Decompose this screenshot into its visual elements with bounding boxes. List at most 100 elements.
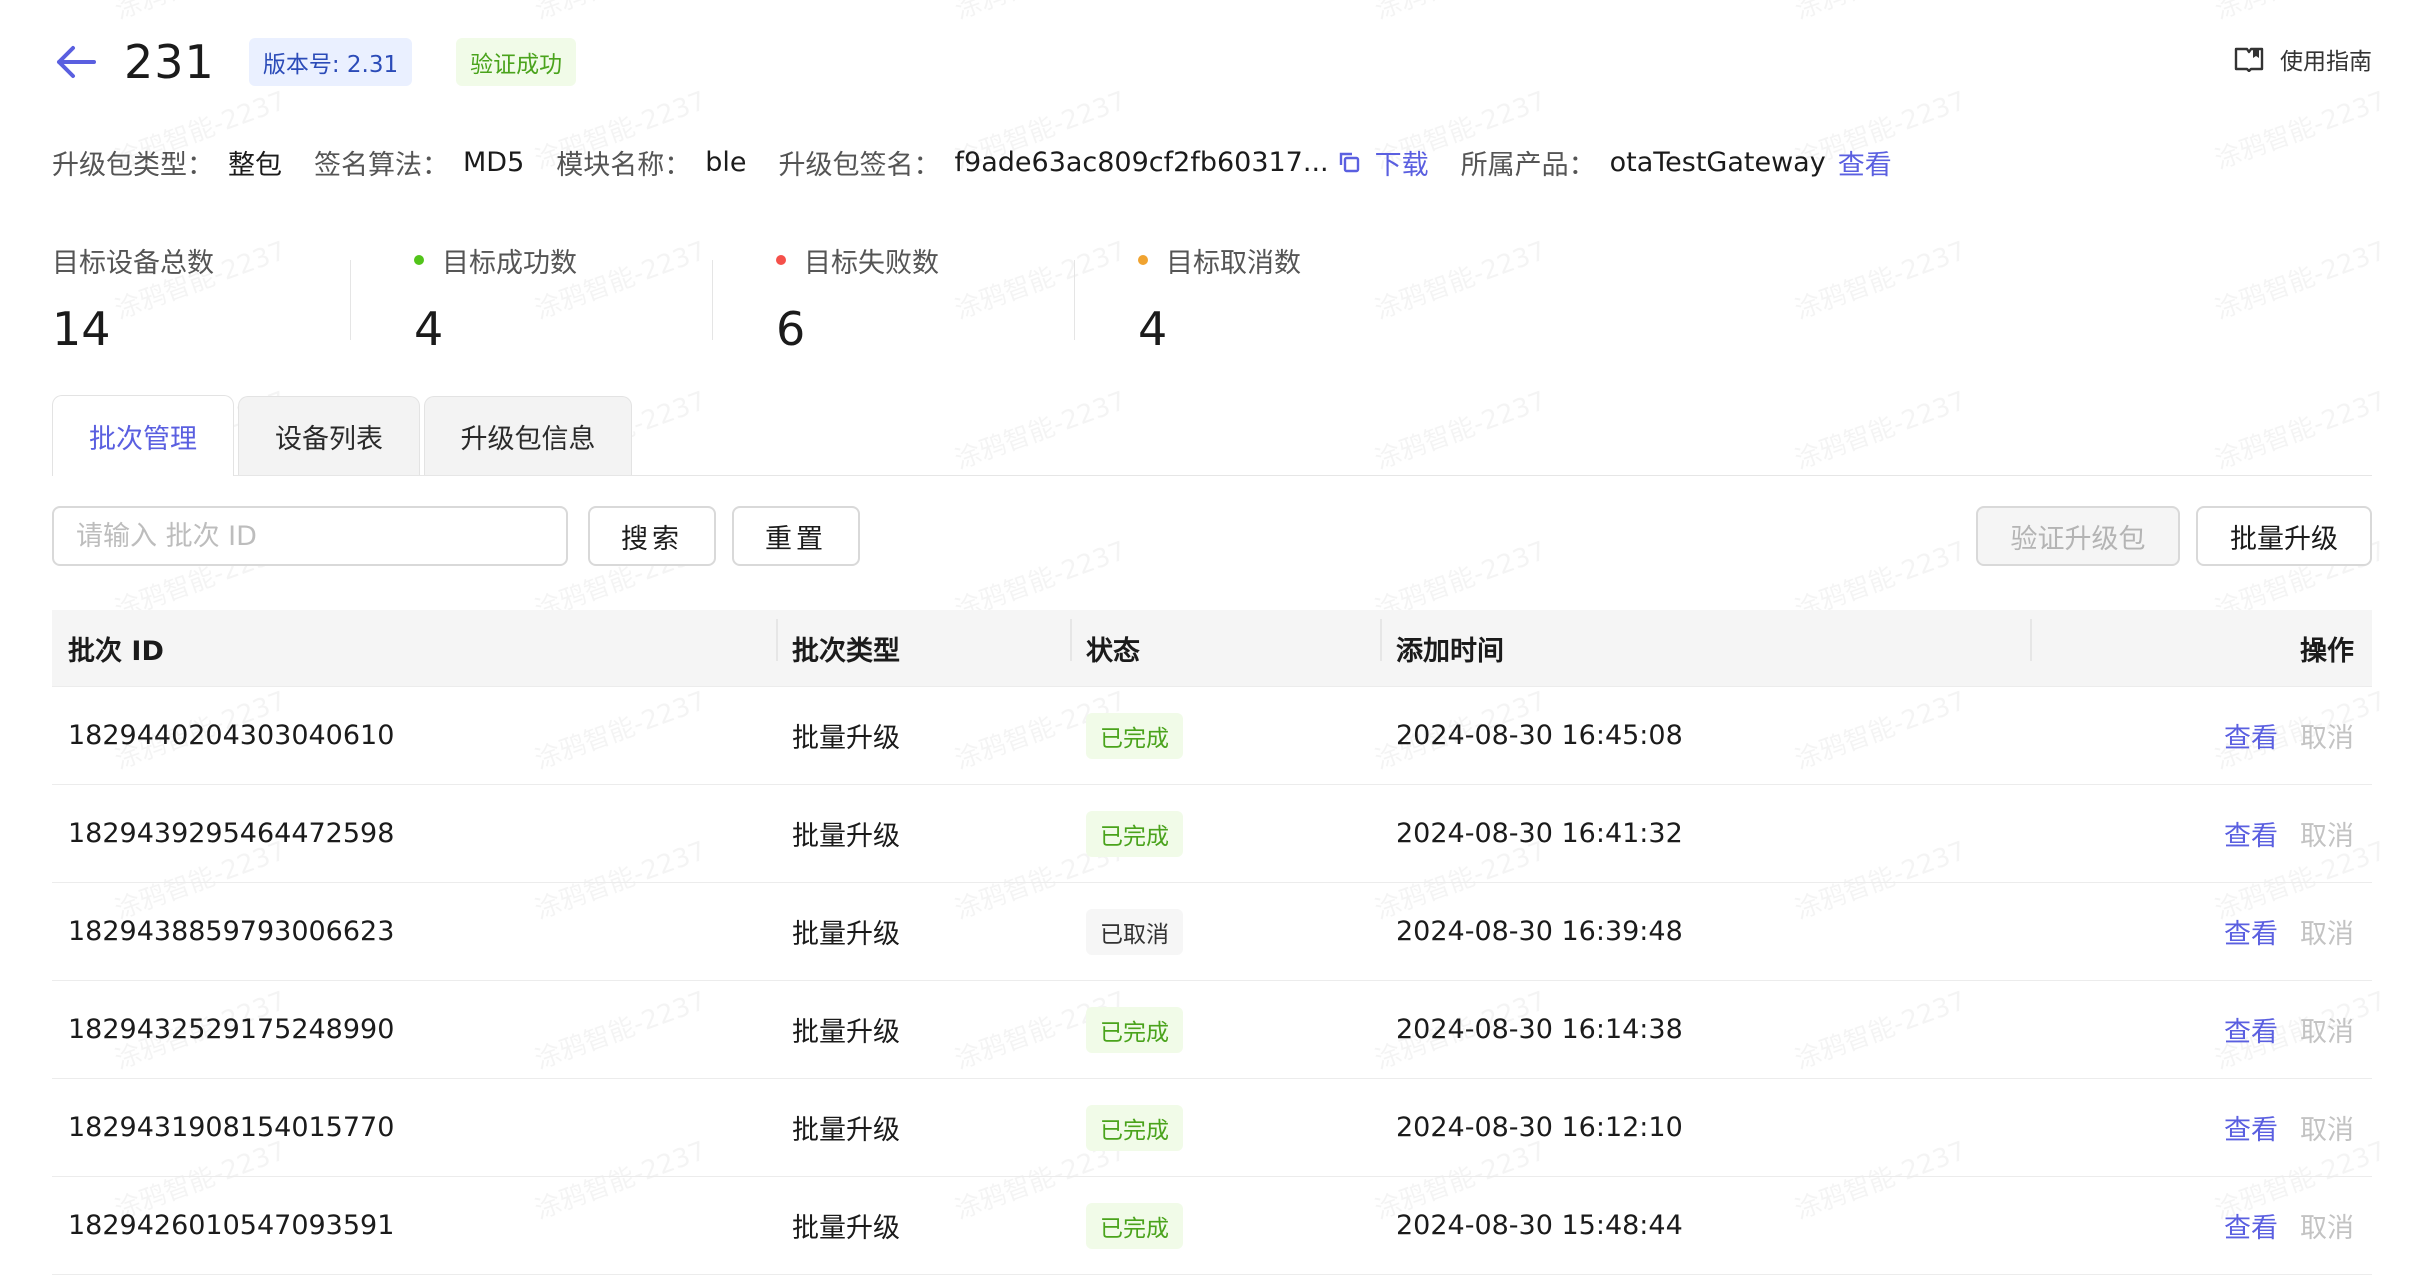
batch-id-cell: 1829431908154015770 [68,1112,395,1143]
actions-cell: 查看 取消 [2030,716,2372,755]
actions-cell: 查看 取消 [2030,912,2372,951]
added-time-cell: 2024-08-30 15:48:44 [1396,1210,1683,1241]
product-value: otaTestGateway [1609,146,1826,178]
batch-upgrade-button[interactable]: 批量升级 [2196,506,2372,566]
module-name-label: 模块名称： [556,149,692,181]
stat-divider [350,260,351,340]
watermark-text: 涂鸦智能-2237 [1789,0,1970,27]
reset-button[interactable]: 重置 [732,506,860,566]
batch-id-cell: 1829439295464472598 [68,818,395,849]
package-meta-info: 升级包类型： 整包 签名算法： MD5 模块名称： ble 升级包签名： f9a… [52,142,1892,182]
batch-id-cell: 1829426010547093591 [68,1210,395,1241]
view-batch-link[interactable]: 查看 [2224,1115,2278,1146]
cancel-batch-link[interactable]: 取消 [2300,1017,2354,1048]
status-cell: 已完成 [1070,810,1380,857]
view-batch-link[interactable]: 查看 [2224,723,2278,754]
page-header: 231 版本号: 2.31 验证成功 使用指南 [52,26,2372,98]
status-cell: 已完成 [1070,712,1380,759]
download-link[interactable]: 下载 [1375,143,1429,182]
status-badge: 已完成 [1086,1104,1183,1151]
view-product-link[interactable]: 查看 [1838,143,1892,182]
col-header-actions: 操作 [2030,618,2372,668]
stat-label-text: 目标取消数 [1166,247,1301,279]
status-cell: 已取消 [1070,908,1380,955]
batch-type-cell: 批量升级 [792,1017,900,1048]
batch-type-cell: 批量升级 [792,1115,900,1146]
sign-algo-label: 签名算法： [314,149,449,181]
cancel-batch-link[interactable]: 取消 [2300,1213,2354,1244]
status-badge: 已完成 [1086,712,1183,759]
col-header-batch-type: 批次类型 [776,618,1070,668]
status-dot-icon [414,255,424,265]
watermark-text: 涂鸦智能-2237 [109,0,290,27]
module-name-value: ble [705,146,747,178]
status-dot-icon [776,255,786,265]
stat-label-text: 目标成功数 [442,247,577,279]
view-batch-link[interactable]: 查看 [2224,919,2278,950]
cancel-batch-link[interactable]: 取消 [2300,1115,2354,1146]
actions-cell: 查看 取消 [2030,814,2372,853]
search-button[interactable]: 搜索 [588,506,716,566]
status-badge: 已取消 [1086,908,1183,955]
status-dot-icon [1138,255,1148,265]
batch-type-cell: 批量升级 [792,723,900,754]
stat-divider [1074,260,1075,340]
table-header: 批次 ID 批次类型 状态 添加时间 操作 [52,610,2372,687]
added-time-cell: 2024-08-30 16:14:38 [1396,1014,1683,1045]
view-batch-link[interactable]: 查看 [2224,1213,2278,1244]
sign-algo-value: MD5 [463,146,525,178]
batch-type-cell: 批量升级 [792,821,900,852]
status-badge: 已完成 [1086,810,1183,857]
added-time-cell: 2024-08-30 16:12:10 [1396,1112,1683,1143]
cancel-batch-link[interactable]: 取消 [2300,723,2354,754]
version-badge: 版本号: 2.31 [248,38,413,86]
product-label: 所属产品： [1460,149,1596,181]
stat-value: 4 [414,302,444,356]
cancel-batch-link[interactable]: 取消 [2300,919,2354,950]
stat-card: 目标设备总数 14 [52,240,414,357]
view-batch-link[interactable]: 查看 [2224,821,2278,852]
col-header-batch-id: 批次 ID [68,635,164,667]
table-row: 1829426010547093591 批量升级 已完成 2024-08-30 15:… [52,1177,2372,1275]
target-stats: 目标设备总数 14 目标成功数 4 目标失败数 6 目标取消数 4 [52,240,1500,357]
tab-device-list[interactable]: 设备列表 [238,396,420,475]
watermark-text: 涂鸦智能-2237 [949,0,1130,27]
batch-id-cell: 1829440204303040610 [68,720,395,751]
toolbar: 搜索 重置 验证升级包 批量升级 [52,506,2372,570]
status-badge: 已完成 [1086,1006,1183,1053]
stat-label: 目标设备总数 [52,240,414,280]
actions-cell: 查看 取消 [2030,1010,2372,1049]
actions-cell: 查看 取消 [2030,1206,2372,1245]
copy-icon[interactable] [1337,150,1361,174]
tab-batch-management[interactable]: 批次管理 [52,395,234,476]
stat-card: 目标取消数 4 [1074,240,1500,356]
stat-label: 目标失败数 [776,240,1138,280]
stat-divider [712,260,713,340]
table-row: 1829440204303040610 批量升级 已完成 2024-08-30 16:… [52,687,2372,785]
stat-label: 目标成功数 [414,240,776,280]
watermark-text: 涂鸦智能-2237 [1369,0,1550,27]
back-arrow-icon[interactable] [52,38,100,86]
status-cell: 已完成 [1070,1006,1380,1053]
verify-package-button[interactable]: 验证升级包 [1976,506,2180,566]
watermark-text: 涂鸦智能-2237 [2209,230,2390,326]
book-icon [2234,47,2264,72]
view-batch-link[interactable]: 查看 [2224,1017,2278,1048]
batch-id-search-input[interactable] [52,506,568,566]
added-time-cell: 2024-08-30 16:39:48 [1396,916,1683,947]
actions-cell: 查看 取消 [2030,1108,2372,1147]
tab-package-info[interactable]: 升级包信息 [424,396,632,475]
table-row: 1829439295464472598 批量升级 已完成 2024-08-30 16:… [52,785,2372,883]
cancel-batch-link[interactable]: 取消 [2300,821,2354,852]
stat-value: 6 [776,302,806,356]
batch-table: 批次 ID 批次类型 状态 添加时间 操作 182944020430304061… [52,610,2372,1275]
stat-value: 14 [52,302,111,356]
pkg-type-label: 升级包类型： [52,149,214,181]
status-badge: 已完成 [1086,1202,1183,1249]
user-guide-link[interactable]: 使用指南 [2234,42,2372,76]
stat-label-text: 目标失败数 [804,247,939,279]
pkg-type-value: 整包 [228,149,282,181]
signature-value: f9ade63ac809cf2fb60317... [954,146,1329,178]
status-cell: 已完成 [1070,1202,1380,1249]
user-guide-label: 使用指南 [2280,49,2372,75]
